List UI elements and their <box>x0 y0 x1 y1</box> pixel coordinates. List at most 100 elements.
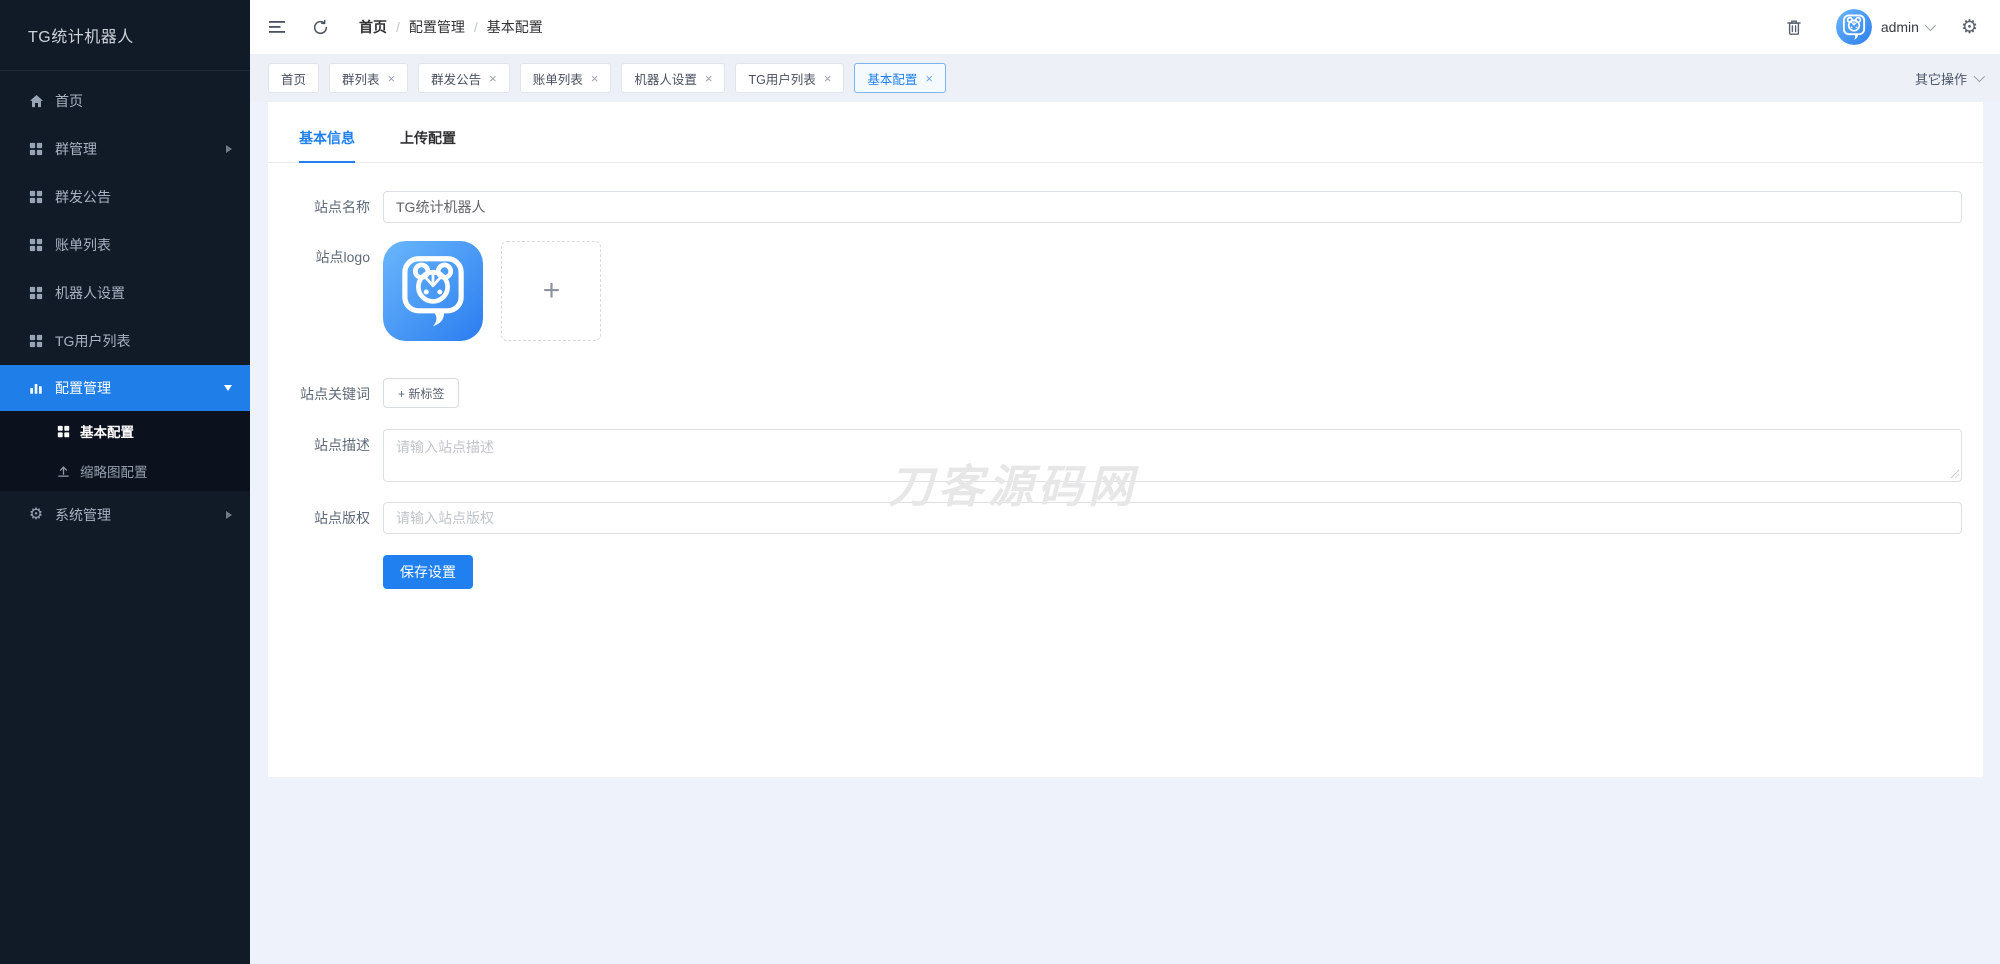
sidebar-subitem-label: 基本配置 <box>80 421 134 441</box>
menu-fold-icon[interactable] <box>268 19 286 35</box>
site-name-input[interactable] <box>383 191 1962 223</box>
page-tab-tg-user-list[interactable]: TG用户列表 × <box>735 63 844 93</box>
app-root: TG统计机器人 首页 群管理 群发公告 <box>0 0 2000 964</box>
grid-icon <box>28 333 44 349</box>
close-icon[interactable]: × <box>591 72 599 85</box>
chevron-down-icon <box>1925 20 1936 31</box>
page-tab-label: 基本配置 <box>867 69 917 88</box>
top-navbar: 首页 / 配置管理 / 基本配置 <box>250 0 2000 54</box>
config-card: 基本信息 上传配置 站点名称 站点logo <box>268 102 1983 777</box>
page-tabstrip: 首页 群列表 × 群发公告 × 账单列表 × 机器人设置 × TG用户列表 × <box>250 54 2000 102</box>
sidebar-item-label: 首页 <box>55 91 83 111</box>
page-tab-label: 群列表 <box>342 69 380 88</box>
new-tag-button[interactable]: + 新标签 <box>383 378 459 408</box>
username: admin <box>1881 19 1919 35</box>
settings-gear-icon[interactable]: ⚙ <box>1961 16 1978 39</box>
site-desc-textarea[interactable] <box>383 429 1962 482</box>
grid-icon <box>28 189 44 205</box>
more-actions-dropdown[interactable]: 其它操作 <box>1915 69 1982 88</box>
sidebar-item-bill-list[interactable]: 账单列表 <box>0 221 250 269</box>
trash-icon[interactable] <box>1786 19 1802 36</box>
form-row-site-name: 站点名称 <box>268 191 1962 223</box>
sidebar-subitem-thumbnail-config[interactable]: 缩略图配置 <box>0 451 250 491</box>
site-logo-preview[interactable] <box>383 241 483 341</box>
form-row-site-desc: 站点描述 <box>268 429 1962 482</box>
sidebar-item-system-manage[interactable]: ⚙ 系统管理 <box>0 491 250 539</box>
sidebar-item-group-manage[interactable]: 群管理 <box>0 125 250 173</box>
logo-upload-box[interactable]: + <box>501 241 601 341</box>
basic-config-form: 站点名称 站点logo <box>268 163 1983 589</box>
save-settings-button[interactable]: 保存设置 <box>383 555 473 589</box>
app-title: TG统计机器人 <box>0 0 250 71</box>
breadcrumb-separator: / <box>474 19 478 35</box>
breadcrumb: 首页 / 配置管理 / 基本配置 <box>359 17 543 37</box>
grid-icon <box>56 424 70 438</box>
sidebar-item-label: 账单列表 <box>55 235 111 255</box>
sidebar-item-home[interactable]: 首页 <box>0 77 250 125</box>
sidebar-item-label: 机器人设置 <box>55 283 125 303</box>
page-tab-basic-config[interactable]: 基本配置 × <box>854 63 946 93</box>
sidebar-item-label: 配置管理 <box>55 378 111 398</box>
gear-icon: ⚙ <box>28 507 44 523</box>
close-icon[interactable]: × <box>824 72 832 85</box>
sidebar-item-label: 系统管理 <box>55 505 111 525</box>
user-avatar[interactable] <box>1836 9 1872 45</box>
sidebar-subitem-label: 缩略图配置 <box>80 461 148 481</box>
sidebar-item-announcement[interactable]: 群发公告 <box>0 173 250 221</box>
sidebar-item-tg-user-list[interactable]: TG用户列表 <box>0 317 250 365</box>
close-icon[interactable]: × <box>925 72 933 85</box>
page-tab-robot-settings[interactable]: 机器人设置 × <box>621 63 725 93</box>
close-icon[interactable]: × <box>705 72 713 85</box>
chevron-down-icon <box>1974 71 1985 82</box>
site-logo-label: 站点logo <box>268 241 370 273</box>
user-menu[interactable]: admin <box>1881 19 1933 35</box>
close-icon[interactable]: × <box>388 72 396 85</box>
sidebar-item-config-manage[interactable]: 配置管理 <box>0 365 250 411</box>
page-tab-label: 群发公告 <box>431 69 481 88</box>
grid-icon <box>28 285 44 301</box>
tab-upload-config[interactable]: 上传配置 <box>400 128 456 162</box>
breadcrumb-separator: / <box>396 19 400 35</box>
breadcrumb-section[interactable]: 配置管理 <box>409 17 465 37</box>
expand-icon <box>226 145 232 153</box>
sidebar: TG统计机器人 首页 群管理 群发公告 <box>0 0 250 964</box>
grid-icon <box>28 141 44 157</box>
site-copyright-label: 站点版权 <box>268 502 370 534</box>
page-tab-bill-list[interactable]: 账单列表 × <box>520 63 612 93</box>
page-tab-label: TG用户列表 <box>748 69 815 88</box>
site-desc-label: 站点描述 <box>268 429 370 461</box>
form-row-site-copyright: 站点版权 <box>268 502 1962 534</box>
page-tab-label: 机器人设置 <box>634 69 697 88</box>
grid-icon <box>28 237 44 253</box>
page-tab-label: 首页 <box>281 69 306 88</box>
close-icon[interactable]: × <box>489 72 497 85</box>
upload-icon <box>56 464 70 478</box>
collapse-icon <box>224 385 232 391</box>
sidebar-item-label: TG用户列表 <box>55 331 130 351</box>
plus-icon: + <box>543 274 561 308</box>
sidebar-subitem-basic-config[interactable]: 基本配置 <box>0 411 250 451</box>
page-tab-announcement[interactable]: 群发公告 × <box>418 63 510 93</box>
site-keywords-label: 站点关键词 <box>268 378 370 410</box>
page-tab-label: 账单列表 <box>533 69 583 88</box>
expand-icon <box>226 511 232 519</box>
tab-basic-info[interactable]: 基本信息 <box>299 128 355 163</box>
sidebar-menu: 首页 群管理 群发公告 账单列表 <box>0 71 250 539</box>
breadcrumb-home[interactable]: 首页 <box>359 17 387 37</box>
page-tab-home[interactable]: 首页 <box>268 63 319 93</box>
breadcrumb-current: 基本配置 <box>487 17 543 37</box>
form-row-site-logo: 站点logo <box>268 241 1962 341</box>
refresh-icon[interactable] <box>312 19 329 36</box>
sidebar-item-label: 群发公告 <box>55 187 111 207</box>
form-row-site-keywords: 站点关键词 + 新标签 <box>268 378 1962 410</box>
card-tabs: 基本信息 上传配置 <box>268 102 1983 163</box>
navbar-right: admin ⚙ <box>1786 9 1978 45</box>
site-copyright-input[interactable] <box>383 502 1962 534</box>
sidebar-item-label: 群管理 <box>55 139 97 159</box>
page-tab-group-list[interactable]: 群列表 × <box>329 63 408 93</box>
bar-chart-icon <box>28 380 44 396</box>
form-row-save: 保存设置 <box>268 555 1962 589</box>
sidebar-submenu: 基本配置 缩略图配置 <box>0 411 250 491</box>
home-icon <box>28 93 44 109</box>
sidebar-item-robot-settings[interactable]: 机器人设置 <box>0 269 250 317</box>
